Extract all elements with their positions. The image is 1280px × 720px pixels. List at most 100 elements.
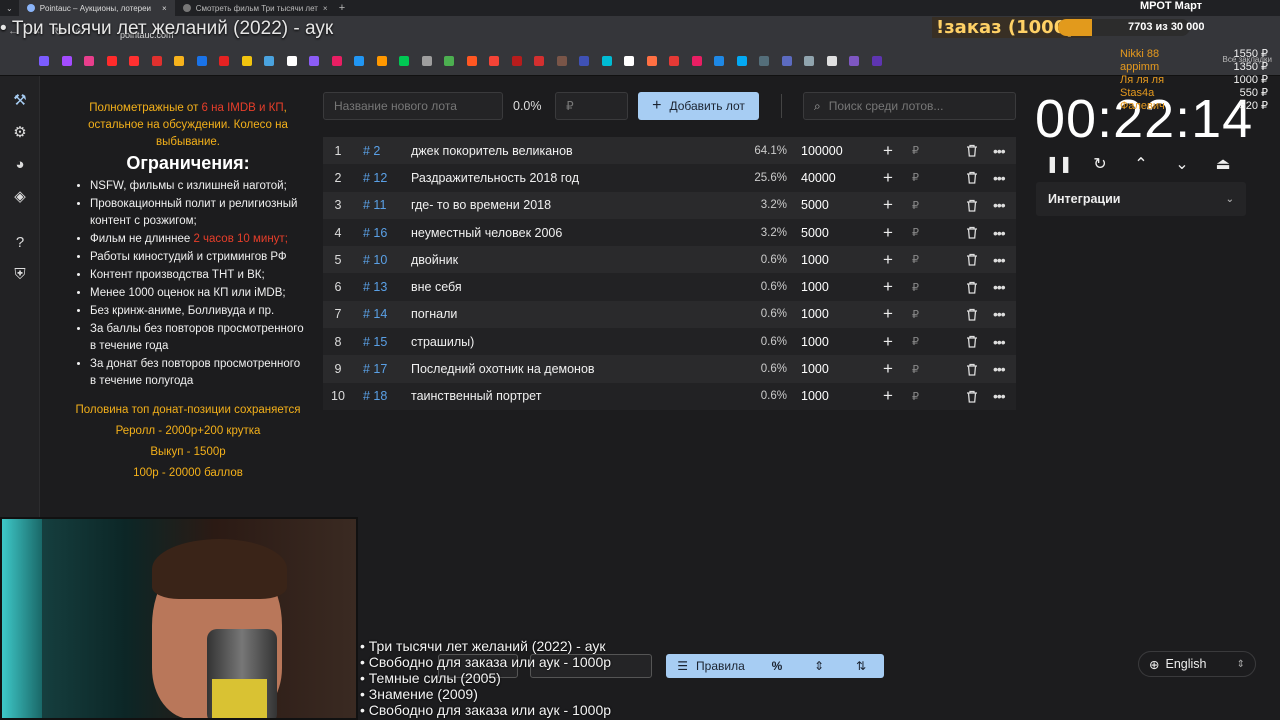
trash-icon[interactable] — [966, 281, 978, 294]
currency-icon[interactable]: ₽ — [912, 199, 919, 212]
currency-icon[interactable]: ₽ — [912, 171, 919, 184]
lot-amount[interactable]: 40000 — [801, 171, 836, 185]
lot-name[interactable]: где- то во времени 2018 — [411, 198, 551, 212]
more-options-icon[interactable]: ••• — [993, 143, 1006, 159]
trash-icon[interactable] — [966, 226, 978, 239]
reset-icon[interactable]: ↻ — [1090, 154, 1110, 174]
lot-name[interactable]: двойник — [411, 253, 458, 267]
bookmark-icon[interactable] — [421, 56, 432, 66]
add-amount-icon[interactable]: + — [883, 195, 893, 215]
auction-hammer-icon[interactable]: ⚒ — [10, 90, 30, 110]
trash-icon[interactable] — [966, 171, 978, 185]
bookmark-icon[interactable] — [781, 56, 792, 66]
lot-name[interactable]: неуместный человек 2006 — [411, 226, 562, 240]
shield-icon[interactable]: ⛨ — [10, 264, 30, 284]
bookmark-icon[interactable] — [241, 56, 252, 66]
currency-icon[interactable]: ₽ — [912, 390, 919, 403]
lot-amount[interactable]: 1000 — [801, 362, 829, 376]
currency-icon[interactable]: ₽ — [912, 335, 919, 348]
bookmark-icon[interactable] — [826, 56, 837, 66]
tab-movie[interactable]: Смотреть фильм Три тысячи лет × — [175, 0, 331, 16]
add-amount-icon[interactable]: + — [883, 386, 893, 406]
language-select[interactable]: ⊕ English ⇕ — [1138, 651, 1256, 677]
add-amount-icon[interactable]: + — [883, 277, 893, 297]
lot-amount-input[interactable]: ₽ — [555, 92, 628, 120]
bookmark-icon[interactable] — [601, 56, 612, 66]
add-amount-icon[interactable]: + — [883, 304, 893, 324]
lot-amount[interactable]: 1000 — [801, 335, 829, 349]
add-amount-icon[interactable]: + — [883, 223, 893, 243]
lot-amount[interactable]: 100000 — [801, 144, 843, 158]
bookmark-icon[interactable] — [84, 56, 94, 66]
wheel-icon[interactable]: ◕ — [10, 154, 30, 174]
lot-amount[interactable]: 1000 — [801, 253, 829, 267]
add-amount-icon[interactable]: + — [883, 250, 893, 270]
trash-icon[interactable] — [966, 144, 978, 157]
bookmark-icon[interactable] — [849, 56, 859, 66]
bookmark-icon[interactable] — [309, 56, 319, 66]
trash-icon[interactable] — [966, 253, 978, 266]
tab-menu-icon[interactable]: ⌄ — [0, 4, 19, 13]
bookmark-icon[interactable] — [286, 56, 297, 66]
bookmark-icon[interactable] — [871, 56, 882, 66]
currency-icon[interactable]: ₽ — [912, 363, 919, 376]
currency-icon[interactable]: ₽ — [912, 281, 919, 294]
trash-icon[interactable] — [966, 199, 978, 212]
add-lot-button[interactable]: + Добавить лот — [638, 92, 759, 120]
bookmark-icon[interactable] — [736, 56, 747, 66]
close-tab-icon[interactable]: × — [323, 4, 328, 13]
lot-search-input[interactable]: ⌕ Поиск среди лотов... — [803, 92, 1016, 120]
trash-icon[interactable] — [966, 308, 978, 321]
add-amount-icon[interactable]: + — [883, 359, 893, 379]
trash-icon[interactable] — [966, 390, 978, 403]
help-icon[interactable]: ? — [10, 232, 30, 252]
lot-name[interactable]: погнали — [411, 307, 457, 321]
more-options-icon[interactable]: ••• — [993, 279, 1006, 295]
bookmark-icon[interactable] — [669, 56, 679, 66]
trash-icon[interactable] — [966, 363, 978, 376]
settings-gear-icon[interactable]: ⚙ — [10, 122, 30, 142]
bookmark-icon[interactable] — [331, 56, 342, 66]
lot-name[interactable]: страшилы) — [411, 335, 474, 349]
pause-icon[interactable]: ❚❚ — [1046, 154, 1073, 174]
eject-icon[interactable]: ⏏ — [1213, 154, 1233, 174]
add-amount-icon[interactable]: + — [883, 141, 893, 161]
rules-button[interactable]: ☰ Правила — [666, 654, 756, 678]
more-options-icon[interactable]: ••• — [993, 361, 1006, 377]
more-options-icon[interactable]: ••• — [993, 252, 1006, 268]
lot-name[interactable]: вне себя — [411, 280, 462, 294]
lot-name[interactable]: джек покоритель великанов — [411, 144, 573, 158]
bookmark-icon[interactable] — [399, 56, 409, 66]
close-tab-icon[interactable]: × — [162, 4, 167, 13]
sort-icon[interactable]: ⇅ — [840, 654, 882, 678]
trash-icon[interactable] — [966, 335, 978, 348]
new-tab-button[interactable]: + — [331, 2, 353, 14]
bookmark-icon[interactable] — [61, 56, 72, 66]
bookmark-icon[interactable] — [489, 56, 499, 66]
bookmark-icon[interactable] — [759, 56, 769, 66]
bookmark-icon[interactable] — [556, 56, 567, 66]
bookmark-icon[interactable] — [534, 56, 544, 66]
lot-name[interactable]: таинственный портрет — [411, 389, 541, 403]
lot-amount[interactable]: 1000 — [801, 307, 829, 321]
collapse-icon[interactable]: ⇕ — [798, 654, 840, 678]
bookmark-icon[interactable] — [129, 56, 139, 66]
currency-icon[interactable]: ₽ — [912, 308, 919, 321]
tab-pointauc[interactable]: Pointauc – Аукционы, лотереи × — [18, 0, 175, 16]
lot-amount[interactable]: 5000 — [801, 226, 829, 240]
integrations-accordion[interactable]: Интеграции ⌄ — [1036, 182, 1246, 216]
lot-name[interactable]: Раздражительность 2018 год — [411, 171, 579, 185]
bookmark-icon[interactable] — [264, 56, 274, 66]
more-options-icon[interactable]: ••• — [993, 388, 1006, 404]
more-options-icon[interactable]: ••• — [993, 197, 1006, 213]
currency-icon[interactable]: ₽ — [912, 226, 919, 239]
bookmark-icon[interactable] — [511, 56, 522, 66]
bookmark-icon[interactable] — [106, 56, 117, 66]
layers-icon[interactable]: ◈ — [10, 186, 30, 206]
more-options-icon[interactable]: ••• — [993, 170, 1006, 186]
bookmark-icon[interactable] — [196, 56, 207, 66]
bookmark-icon[interactable] — [174, 56, 184, 66]
bookmark-icon[interactable] — [691, 56, 702, 66]
bookmark-icon[interactable] — [39, 56, 49, 66]
lot-amount[interactable]: 5000 — [801, 198, 829, 212]
